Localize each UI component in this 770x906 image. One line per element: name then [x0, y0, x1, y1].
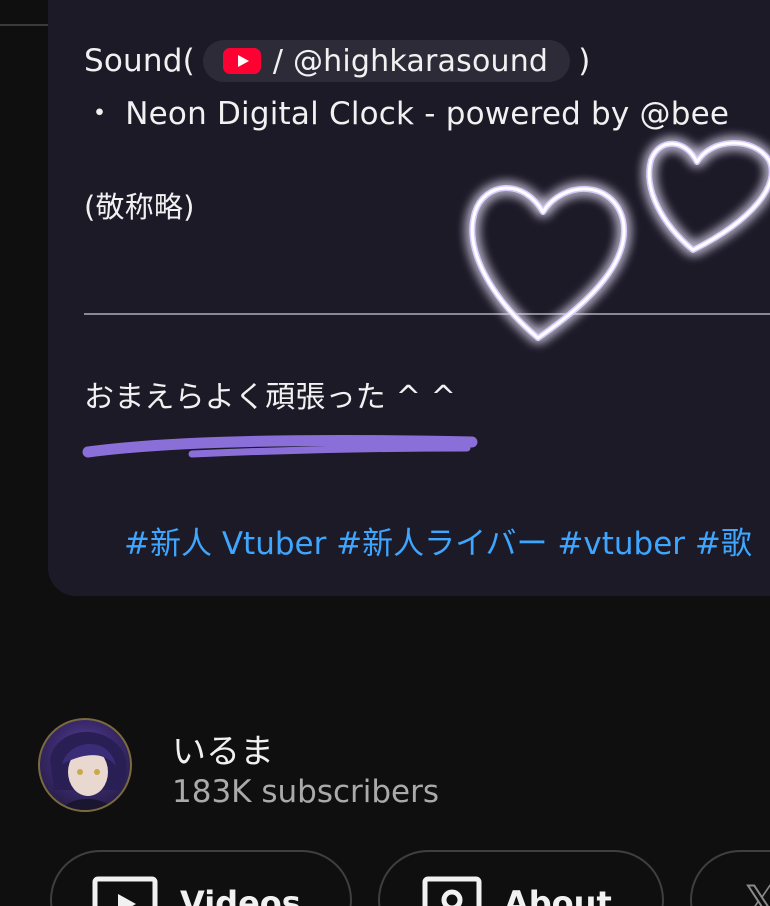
credit-note: (敬称略) — [84, 190, 195, 224]
videos-button[interactable]: Videos — [50, 850, 352, 906]
marker-underline — [82, 434, 478, 458]
neon-hearts-sticker — [469, 140, 770, 341]
hashtags[interactable]: #新人 Vtuber #新人ライバー #vtuber #歌 — [124, 518, 752, 563]
about-button[interactable]: About — [378, 850, 664, 906]
description-card: Sound( / @highkarasound ) ・ Neon Digital… — [48, 0, 770, 596]
sound-suffix: ) — [578, 43, 591, 79]
portrait-box-icon — [422, 876, 482, 906]
play-box-icon — [92, 876, 158, 906]
sound-credit-line: Sound( / @highkarasound ) — [84, 40, 590, 82]
channel-name[interactable]: いるま — [172, 724, 274, 773]
x-logo-icon: 𝕏 — [744, 878, 770, 906]
closing-message: おまえらよく頑張った ^ ^ — [84, 380, 457, 415]
videos-label: Videos — [180, 884, 301, 906]
channel-mention-chip[interactable]: / @highkarasound — [202, 40, 571, 82]
x-link-button[interactable]: 𝕏 — [690, 850, 770, 906]
about-label: About — [504, 884, 612, 906]
mention-label: / @highkarasound — [272, 43, 549, 79]
screen: Sound( / @highkarasound ) ・ Neon Digital… — [0, 0, 770, 906]
subscriber-count: 183K subscribers — [172, 774, 440, 810]
avatar-portrait-icon — [50, 731, 127, 810]
channel-avatar[interactable] — [38, 718, 132, 812]
channel-row[interactable]: いるま 183K subscribers — [38, 718, 738, 814]
youtube-logo-icon — [222, 48, 261, 74]
sound-prefix: Sound( — [84, 43, 195, 79]
